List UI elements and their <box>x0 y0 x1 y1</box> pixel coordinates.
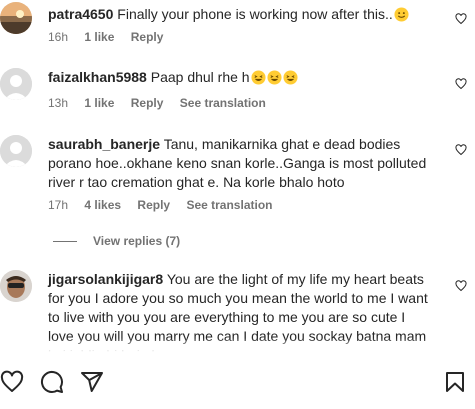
view-replies-button[interactable]: View replies (7) <box>53 234 180 248</box>
avatar[interactable] <box>0 135 32 167</box>
comment-likes[interactable]: 4 likes <box>84 198 121 212</box>
comment-text: Finally your phone is working now after … <box>117 6 393 22</box>
comment-likes[interactable]: 1 like <box>84 96 114 110</box>
comment-likes[interactable]: 1 like <box>84 30 114 44</box>
see-translation-button[interactable]: See translation <box>180 96 266 110</box>
share-icon[interactable] <box>80 370 104 394</box>
comment-username[interactable]: saurabh_banerje <box>48 136 160 152</box>
comment-text: Paap dhul rhe h <box>150 69 250 85</box>
avatar[interactable] <box>0 2 32 34</box>
laughing-face-emoji <box>267 70 282 85</box>
laughing-face-emoji <box>283 70 298 85</box>
reply-button[interactable]: Reply <box>131 96 164 110</box>
view-replies-label: View replies (7) <box>93 234 181 248</box>
post-action-bar <box>0 358 475 409</box>
comment-timestamp: 16h <box>48 30 69 44</box>
avatar[interactable] <box>0 270 32 302</box>
reply-button[interactable]: Reply <box>137 198 170 212</box>
heart-icon[interactable] <box>455 13 467 25</box>
heart-icon[interactable] <box>455 144 467 156</box>
heart-icon[interactable] <box>0 370 24 394</box>
comment-username[interactable]: patra4650 <box>48 6 113 22</box>
see-translation-button[interactable]: See translation <box>186 198 272 212</box>
comment-icon[interactable] <box>40 370 64 394</box>
comment-username[interactable]: faizalkhan5988 <box>48 69 147 85</box>
comment-timestamp: 13h <box>48 96 69 110</box>
divider <box>53 241 77 243</box>
comment-username[interactable]: jigarsolankijigar8 <box>48 271 163 287</box>
scroll-fade <box>0 338 475 358</box>
reply-button[interactable]: Reply <box>131 30 164 44</box>
bookmark-icon[interactable] <box>443 370 467 394</box>
heart-icon[interactable] <box>455 78 467 90</box>
laughing-face-emoji <box>251 70 266 85</box>
comment-timestamp: 17h <box>48 198 69 212</box>
avatar[interactable] <box>0 68 32 100</box>
heart-icon[interactable] <box>455 280 467 292</box>
smiling-face-emoji <box>394 7 409 22</box>
